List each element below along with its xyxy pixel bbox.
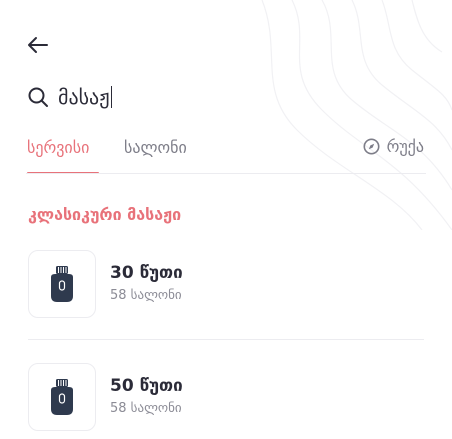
item-title: 30 წუთი bbox=[110, 263, 183, 283]
section-title: კლასიკური მასაჟი bbox=[28, 205, 182, 224]
massager-device-icon bbox=[51, 379, 73, 415]
list-divider bbox=[28, 339, 424, 340]
text-cursor bbox=[110, 86, 113, 108]
item-title: 50 წუთი bbox=[110, 376, 183, 396]
search-icon bbox=[26, 85, 50, 109]
list-item[interactable]: 30 წუთი 58 სალონი bbox=[28, 249, 424, 319]
tab-map-label: რუქა bbox=[386, 137, 424, 156]
massager-device-icon bbox=[51, 266, 73, 302]
service-thumbnail bbox=[28, 250, 96, 318]
search-bar[interactable]: მასაჟ bbox=[26, 80, 426, 114]
tab-map[interactable]: რუქა bbox=[363, 137, 424, 156]
tab-bar: სერვისი სალონი რუქა bbox=[0, 132, 452, 174]
compass-icon bbox=[363, 138, 380, 155]
arrow-left-icon bbox=[28, 37, 48, 53]
tab-salons[interactable]: სალონი bbox=[124, 138, 187, 157]
tabs-divider bbox=[26, 173, 426, 174]
search-input[interactable]: მასაჟ bbox=[58, 82, 113, 112]
tab-services[interactable]: სერვისი bbox=[27, 138, 89, 157]
list-item[interactable]: 50 წუთი 58 სალონი bbox=[28, 362, 424, 432]
search-input-value: მასაჟ bbox=[58, 85, 110, 109]
item-subtitle: 58 სალონი bbox=[110, 401, 182, 416]
back-button[interactable] bbox=[24, 32, 52, 58]
service-thumbnail bbox=[28, 363, 96, 431]
background-pattern bbox=[261, 0, 452, 230]
item-subtitle: 58 სალონი bbox=[110, 288, 182, 303]
